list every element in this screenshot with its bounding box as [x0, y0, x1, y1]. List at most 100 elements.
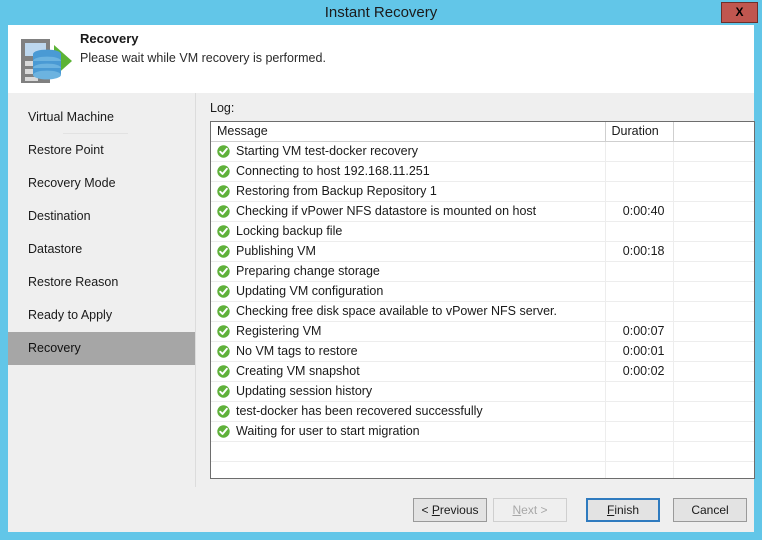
- log-duration-cell: [605, 281, 674, 302]
- table-row[interactable]: Locking backup file: [211, 221, 754, 242]
- log-extra-cell: [673, 281, 754, 302]
- log-message-cell: Checking if vPower NFS datastore is moun…: [211, 201, 606, 222]
- close-icon[interactable]: X: [721, 2, 758, 23]
- column-header-duration[interactable]: Duration: [605, 122, 674, 142]
- previous-button[interactable]: < Previous: [413, 498, 487, 522]
- log-duration-cell: [605, 221, 674, 242]
- log-message-cell: Updating session history: [211, 381, 606, 402]
- success-check-icon: [217, 144, 230, 158]
- sidebar-item-destination[interactable]: Destination: [8, 200, 195, 233]
- log-message-cell: Connecting to host 192.168.11.251: [211, 161, 606, 182]
- sidebar-item-label: Destination: [28, 209, 91, 223]
- empty-cell: [605, 461, 674, 478]
- wizard-step-nav: Virtual Machine Restore Point Recovery Mod…: [8, 93, 196, 487]
- log-message-text: Checking if vPower NFS datastore is moun…: [236, 204, 537, 218]
- log-message-text: Waiting for user to start migration: [236, 424, 420, 438]
- success-check-icon: [217, 264, 230, 278]
- log-extra-cell: [673, 181, 754, 202]
- table-row[interactable]: Starting VM test-docker recovery: [211, 141, 754, 162]
- log-message-text: Preparing change storage: [236, 264, 380, 278]
- sidebar-item-datastore[interactable]: Datastore: [8, 233, 195, 266]
- success-check-icon: [217, 164, 230, 178]
- empty-cell: [673, 441, 754, 462]
- log-duration-cell: 0:00:40: [605, 201, 674, 222]
- table-row[interactable]: Restoring from Backup Repository 1: [211, 181, 754, 202]
- log-duration-cell: [605, 401, 674, 422]
- table-row[interactable]: Checking if vPower NFS datastore is moun…: [211, 201, 754, 222]
- next-button: Next >: [493, 498, 567, 522]
- table-row[interactable]: Connecting to host 192.168.11.251: [211, 161, 754, 182]
- success-check-icon: [217, 324, 230, 338]
- table-row[interactable]: Preparing change storage: [211, 261, 754, 282]
- log-extra-cell: [673, 161, 754, 182]
- log-message-cell: Checking free disk space available to vP…: [211, 301, 606, 322]
- recovery-content: Log: Message Duration Starting VM test-d…: [196, 93, 755, 487]
- log-message-cell: Restoring from Backup Repository 1: [211, 181, 606, 202]
- log-extra-cell: [673, 221, 754, 242]
- table-row-empty: [211, 441, 754, 462]
- log-message-cell: Publishing VM: [211, 241, 606, 262]
- sidebar-item-label: Recovery Mode: [28, 176, 116, 190]
- log-message-text: Registering VM: [236, 324, 322, 338]
- sidebar-item-label: Recovery: [28, 341, 81, 355]
- table-row[interactable]: Publishing VM 0:00:18: [211, 241, 754, 262]
- table-row[interactable]: No VM tags to restore 0:00:01: [211, 341, 754, 362]
- success-check-icon: [217, 184, 230, 198]
- cancel-button[interactable]: Cancel: [673, 498, 747, 522]
- success-check-icon: [217, 284, 230, 298]
- log-message-text: test-docker has been recovered successfu…: [236, 404, 483, 418]
- window-title: Instant Recovery: [324, 4, 438, 21]
- column-header-extra[interactable]: [673, 122, 754, 142]
- empty-cell: [211, 461, 606, 478]
- log-message-text: Starting VM test-docker recovery: [236, 144, 419, 158]
- log-extra-cell: [673, 261, 754, 282]
- table-row[interactable]: Updating VM configuration: [211, 281, 754, 302]
- success-check-icon: [217, 204, 230, 218]
- sidebar-item-ready-to-apply[interactable]: Ready to Apply: [8, 299, 195, 332]
- table-row[interactable]: Waiting for user to start migration: [211, 421, 754, 442]
- log-message-text: Creating VM snapshot: [236, 364, 360, 378]
- success-check-icon: [217, 424, 230, 438]
- table-row[interactable]: test-docker has been recovered successfu…: [211, 401, 754, 422]
- log-message-text: Locking backup file: [236, 224, 343, 238]
- dialog-body: Virtual Machine Restore Point Recovery Mod…: [8, 93, 755, 487]
- log-message-cell: No VM tags to restore: [211, 341, 606, 362]
- log-extra-cell: [673, 341, 754, 362]
- log-table-container[interactable]: Message Duration Starting VM test-docker…: [210, 121, 755, 479]
- log-message-cell: Preparing change storage: [211, 261, 606, 282]
- sidebar-item-recovery[interactable]: Recovery: [8, 332, 195, 365]
- table-row[interactable]: Registering VM 0:00:07: [211, 321, 754, 342]
- table-row[interactable]: Creating VM snapshot 0:00:02: [211, 361, 754, 382]
- log-message-cell: Starting VM test-docker recovery: [211, 141, 606, 162]
- success-check-icon: [217, 224, 230, 238]
- log-extra-cell: [673, 201, 754, 222]
- success-check-icon: [217, 384, 230, 398]
- sidebar-item-restore-point[interactable]: Restore Point: [8, 134, 195, 167]
- log-duration-cell: 0:00:02: [605, 361, 674, 382]
- finish-button[interactable]: Finish: [586, 498, 660, 522]
- title-bar: Instant Recovery X: [0, 0, 762, 25]
- log-extra-cell: [673, 381, 754, 402]
- page-title: Recovery: [80, 31, 139, 46]
- log-extra-cell: [673, 321, 754, 342]
- sidebar-item-recovery-mode[interactable]: Recovery Mode: [8, 167, 195, 200]
- success-check-icon: [217, 364, 230, 378]
- table-row[interactable]: Checking free disk space available to vP…: [211, 301, 754, 322]
- sidebar-item-virtual-machine[interactable]: Virtual Machine: [8, 101, 195, 134]
- log-message-text: Restoring from Backup Repository 1: [236, 184, 437, 198]
- log-duration-cell: [605, 181, 674, 202]
- log-extra-cell: [673, 141, 754, 162]
- empty-cell: [605, 441, 674, 462]
- column-header-message[interactable]: Message: [211, 122, 606, 142]
- log-extra-cell: [673, 301, 754, 322]
- log-table: Message Duration Starting VM test-docker…: [211, 122, 754, 478]
- log-message-text: Updating VM configuration: [236, 284, 384, 298]
- table-row[interactable]: Updating session history: [211, 381, 754, 402]
- log-message-cell: test-docker has been recovered successfu…: [211, 401, 606, 422]
- log-message-cell: Creating VM snapshot: [211, 361, 606, 382]
- log-duration-cell: [605, 421, 674, 442]
- sidebar-item-restore-reason[interactable]: Restore Reason: [8, 266, 195, 299]
- instant-recovery-dialog: Instant Recovery X Recovery Please wait …: [0, 0, 762, 540]
- sidebar-item-label: Virtual Machine: [28, 110, 114, 124]
- log-message-cell: Updating VM configuration: [211, 281, 606, 302]
